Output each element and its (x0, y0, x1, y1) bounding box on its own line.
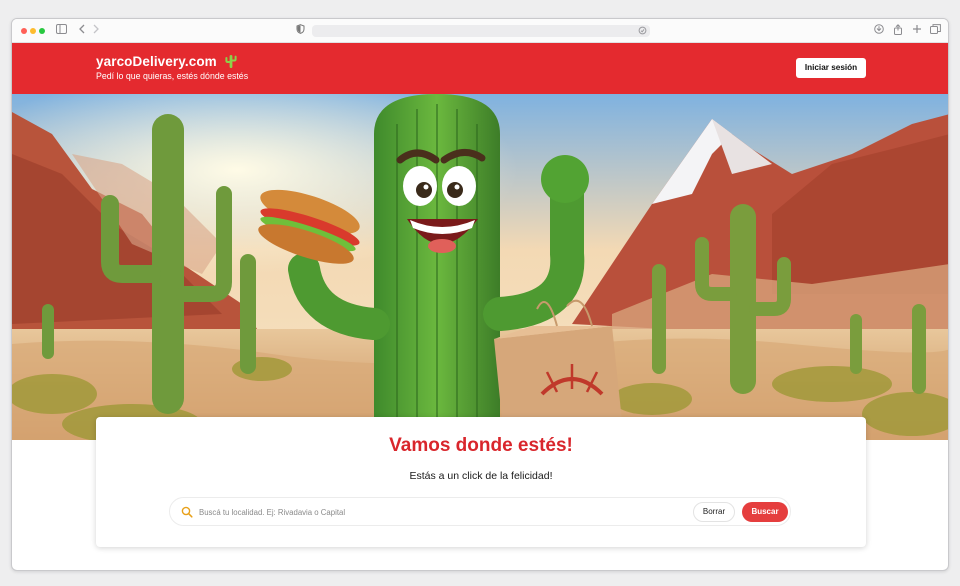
minimize-window-button[interactable] (30, 28, 36, 34)
brand-tagline: Pedí lo que quieras, estés dónde estés (96, 71, 249, 81)
sidebar-icon[interactable] (56, 24, 67, 38)
new-tab-icon[interactable] (912, 24, 922, 38)
browser-toolbar (12, 19, 948, 43)
site-header: yarcoDelivery.com Pedí lo que quieras, e… (12, 43, 948, 94)
tabs-overview-icon[interactable] (930, 24, 941, 38)
download-icon[interactable] (874, 24, 884, 38)
back-icon[interactable] (78, 24, 86, 38)
zoom-window-button[interactable] (39, 28, 45, 34)
login-button[interactable]: Iniciar sesión (796, 58, 866, 78)
search-card-subtitle: Estás a un click de la felicidad! (409, 470, 553, 482)
shield-icon (296, 24, 305, 38)
location-search-input[interactable] (199, 504, 679, 520)
search-card: Vamos donde estés! Estás a un click de l… (96, 417, 866, 547)
brand[interactable]: yarcoDelivery.com Pedí lo que quieras, e… (96, 54, 248, 82)
cactus-mascot-illustration (12, 94, 948, 440)
brand-title-row: yarcoDelivery.com (96, 54, 248, 70)
search-icon (181, 506, 193, 518)
cactus-icon (225, 55, 237, 68)
location-search-bar: Borrar Buscar (169, 497, 791, 526)
browser-window: yarcoDelivery.com Pedí lo que quieras, e… (11, 18, 949, 571)
share-icon[interactable] (893, 24, 903, 39)
hero-banner (12, 94, 948, 440)
forward-icon[interactable] (92, 24, 100, 38)
reader-icon[interactable] (638, 25, 647, 39)
search-button[interactable]: Buscar (742, 502, 788, 522)
brand-name: yarcoDelivery.com (96, 54, 217, 69)
search-card-title: Vamos donde estés! (389, 435, 573, 456)
close-window-button[interactable] (21, 28, 27, 34)
clear-button[interactable]: Borrar (693, 502, 735, 522)
address-bar[interactable] (312, 25, 650, 37)
